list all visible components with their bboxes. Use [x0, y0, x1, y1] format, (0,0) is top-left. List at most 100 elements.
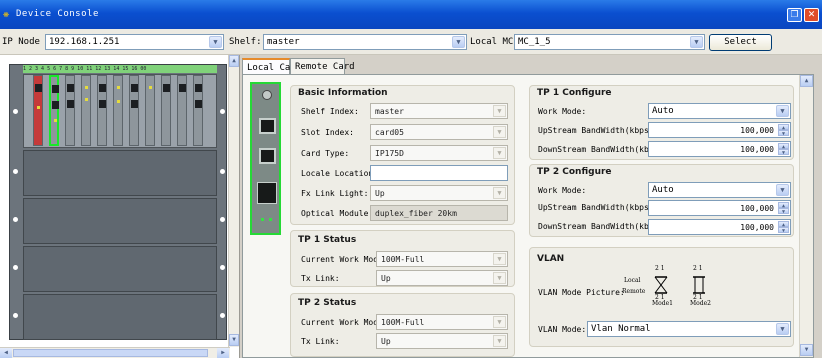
tp1-downstream-input[interactable]: 100,000 ▲ ▼ [648, 141, 791, 157]
chevron-down-icon[interactable]: ▼ [690, 36, 703, 48]
scroll-up-icon[interactable]: ▲ [229, 55, 239, 67]
locale-location-input[interactable] [370, 165, 508, 181]
chevron-down-icon: ▼ [493, 126, 506, 138]
local-mc-value: MC_1_5 [518, 37, 551, 47]
scroll-thumb[interactable] [13, 349, 208, 357]
tp2-configure-title: TP 2 Configure [537, 167, 612, 177]
latch-icon [220, 313, 225, 318]
shelf-horizontal-scrollbar[interactable]: ◀ ▶ [0, 347, 230, 358]
latch-icon [13, 313, 18, 318]
slot-card[interactable] [33, 75, 43, 146]
card-image [250, 82, 281, 235]
fx-link-light-label: Fx Link Light: [301, 189, 369, 198]
chevron-down-icon[interactable]: ▼ [776, 184, 789, 196]
empty-bay [23, 294, 217, 340]
status-led [269, 218, 272, 221]
content-vertical-scrollbar[interactable]: ▲ ▼ [799, 75, 813, 357]
shelf-vertical-scrollbar[interactable]: ▲ ▼ [228, 55, 239, 347]
chevron-down-icon[interactable]: ▼ [776, 105, 789, 117]
slot-card[interactable] [113, 75, 123, 146]
scroll-left-icon[interactable]: ◀ [0, 348, 12, 358]
chevron-down-icon: ▼ [493, 105, 506, 117]
tp2-upstream-value: 100,000 [740, 204, 774, 213]
tp1-upstream-input[interactable]: 100,000 ▲ ▼ [648, 122, 791, 138]
optical-module-field: duplex_fiber 20km [370, 205, 508, 221]
spinner-icon[interactable]: ▲ ▼ [778, 202, 789, 215]
slot-card-selected[interactable] [49, 75, 59, 146]
slot-card[interactable] [81, 75, 91, 146]
scroll-right-icon[interactable]: ▶ [217, 348, 229, 358]
slot-card[interactable] [145, 75, 155, 146]
slot-card[interactable] [161, 75, 171, 146]
card-type-value: IP175D [375, 149, 404, 158]
ip-node-value: 192.168.1.251 [49, 37, 120, 47]
slot-card[interactable] [129, 75, 139, 146]
vlan-mode-select[interactable]: Vlan Normal ▼ [587, 321, 791, 337]
chevron-down-icon[interactable]: ▼ [209, 36, 222, 48]
spinner-icon[interactable]: ▲ ▼ [778, 221, 789, 234]
tp1-conf-work-mode-label: Work Mode: [538, 107, 587, 116]
vlan-group: VLAN VLAN Mode Picture: Local Remote 2 1… [529, 247, 794, 347]
vlan-local-label: Local [624, 277, 641, 284]
optical-module-label: Optical Module: [301, 209, 374, 218]
restore-button[interactable]: ❐ [787, 8, 802, 22]
empty-bay [23, 246, 217, 292]
ip-node-select[interactable]: 192.168.1.251 ▼ [45, 34, 224, 50]
tp1-conf-work-mode-value: Auto [652, 106, 674, 116]
tab-remote-card[interactable]: Remote Card [290, 58, 355, 74]
tp2-work-mode-label: Current Work Mode: [301, 318, 388, 327]
latch-icon [13, 109, 18, 114]
close-button[interactable]: ✕ [804, 8, 819, 22]
chevron-down-icon: ▼ [493, 272, 506, 284]
ethernet-port-icon [259, 118, 276, 134]
latch-icon [220, 109, 225, 114]
chevron-down-icon[interactable]: ▼ [776, 323, 789, 335]
tab-local-card[interactable]: Local Card [242, 58, 301, 75]
scroll-up-icon[interactable]: ▲ [800, 75, 813, 87]
scroll-down-icon[interactable]: ▼ [229, 334, 239, 346]
latch-icon [220, 265, 225, 270]
shelf-index-field: master ▼ [370, 103, 508, 119]
select-button[interactable]: Select [709, 34, 772, 51]
chevron-down-icon[interactable]: ▼ [452, 36, 465, 48]
status-led [261, 218, 264, 221]
locale-location-label: Locale Location: [301, 169, 379, 178]
local-mc-label: Local MC: [470, 37, 519, 47]
tp1-configure-group: TP 1 Configure Work Mode: Auto ▼ UpStream… [529, 85, 794, 160]
tp1-status-title: TP 1 Status [298, 235, 357, 245]
tp2-upstream-input[interactable]: 100,000 ▲ ▼ [648, 200, 791, 216]
basic-information-group: Basic Information Shelf Index: master ▼ S… [290, 85, 515, 225]
tp1-tx-link-field: Up ▼ [376, 270, 508, 286]
vlan-mode-value: Vlan Normal [591, 324, 651, 334]
app-icon: ❋ [3, 9, 10, 20]
shelf-select[interactable]: master ▼ [263, 34, 467, 50]
shelf-value: master [267, 37, 300, 47]
shelf-panel: 1 2 3 4 5 6 7 8 9 10 11 12 13 14 15 16 0… [0, 55, 240, 358]
latch-icon [13, 265, 18, 270]
tp2-conf-work-mode-value: Auto [652, 185, 674, 195]
spinner-icon[interactable]: ▲ ▼ [778, 124, 789, 137]
spinner-icon[interactable]: ▲ ▼ [778, 143, 789, 156]
scroll-down-icon[interactable]: ▼ [800, 344, 813, 356]
slot-card[interactable] [97, 75, 107, 146]
tp1-upstream-label: UpStream BandWidth(kbps): [538, 126, 659, 135]
toolbar: IP Node 192.168.1.251 ▼ Shelf: master ▼ … [0, 29, 822, 55]
slot-card[interactable] [193, 75, 203, 146]
tp2-downstream-input[interactable]: 100,000 ▲ ▼ [648, 219, 791, 235]
tp2-downstream-value: 100,000 [740, 223, 774, 232]
ethernet-port-icon [259, 148, 276, 164]
chevron-down-icon: ▼ [493, 147, 506, 159]
tp2-tx-link-label: Tx Link: [301, 337, 340, 346]
card-type-label: Card Type: [301, 149, 350, 158]
slot-card[interactable] [177, 75, 187, 146]
tp2-work-mode-select[interactable]: Auto ▼ [648, 182, 791, 198]
latch-icon [13, 217, 18, 222]
slot-card[interactable] [65, 75, 75, 146]
slot-number-bar: 1 2 3 4 5 6 7 8 9 10 11 12 13 14 15 16 0… [23, 65, 217, 73]
scroll-track[interactable]: ▲ ▼ [800, 75, 813, 357]
tp1-upstream-value: 100,000 [740, 126, 774, 135]
tp1-work-mode-select[interactable]: Auto ▼ [648, 103, 791, 119]
tp2-configure-group: TP 2 Configure Work Mode: Auto ▼ UpStream… [529, 164, 794, 237]
local-mc-select[interactable]: MC_1_5 ▼ [514, 34, 705, 50]
tp2-status-group: TP 2 Status Current Work Mode: 100M-Full… [290, 293, 515, 357]
